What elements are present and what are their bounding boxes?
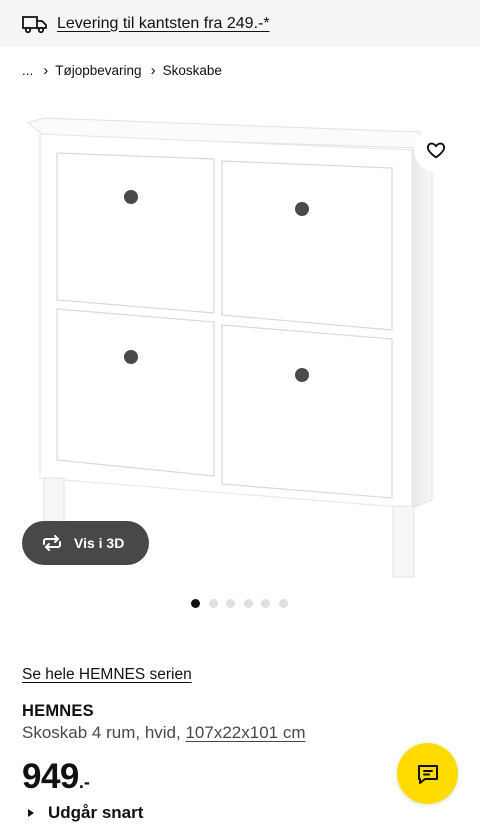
image-carousel-dots <box>191 599 296 608</box>
delivery-truck-icon <box>22 15 47 33</box>
product-dimensions-link[interactable]: 107x22x101 cm <box>185 723 305 742</box>
breadcrumb-item-toejopbevaring[interactable]: Tøjopbevaring <box>55 63 141 78</box>
chat-bubble-icon <box>417 764 438 784</box>
availability-label: Udgår snart <box>48 803 144 822</box>
breadcrumb-item-skoskabe[interactable]: Skoskabe <box>163 63 222 78</box>
series-link[interactable]: Se hele HEMNES serien <box>22 666 192 684</box>
rotate-3d-icon <box>43 535 61 551</box>
product-description-text: Skoskab 4 rum, hvid, <box>22 723 186 742</box>
caret-right-icon <box>28 809 34 817</box>
delivery-banner-link[interactable]: Levering til kantsten fra 249.-* <box>57 15 270 33</box>
carousel-dot[interactable] <box>243 599 253 608</box>
carousel-dot[interactable] <box>278 599 288 608</box>
chat-button[interactable] <box>397 743 458 804</box>
price-decimal: .- <box>78 772 90 792</box>
availability-toggle[interactable]: Udgår snart <box>28 803 143 823</box>
chevron-right-icon: › <box>43 62 49 79</box>
chevron-right-icon: › <box>150 62 156 79</box>
carousel-dot[interactable] <box>208 599 218 608</box>
view-3d-button[interactable]: Vis i 3D <box>22 521 149 565</box>
product-name: HEMNES <box>22 702 94 720</box>
carousel-dot[interactable] <box>261 599 270 608</box>
product-price: 949 .- <box>22 757 90 797</box>
carousel-dot[interactable] <box>226 599 235 608</box>
favourite-button[interactable] <box>414 128 458 172</box>
product-description: Skoskab 4 rum, hvid, 107x22x101 cm <box>22 723 306 743</box>
heart-icon <box>426 142 446 159</box>
breadcrumb: ... › Tøjopbevaring › Skoskabe <box>22 62 222 79</box>
view-3d-label: Vis i 3D <box>74 535 125 551</box>
breadcrumb-ellipsis[interactable]: ... <box>22 63 33 78</box>
delivery-banner[interactable]: Levering til kantsten fra 249.-* <box>0 0 480 47</box>
product-image[interactable] <box>0 105 480 590</box>
carousel-dot[interactable] <box>191 599 200 608</box>
price-integer: 949 <box>22 757 79 796</box>
